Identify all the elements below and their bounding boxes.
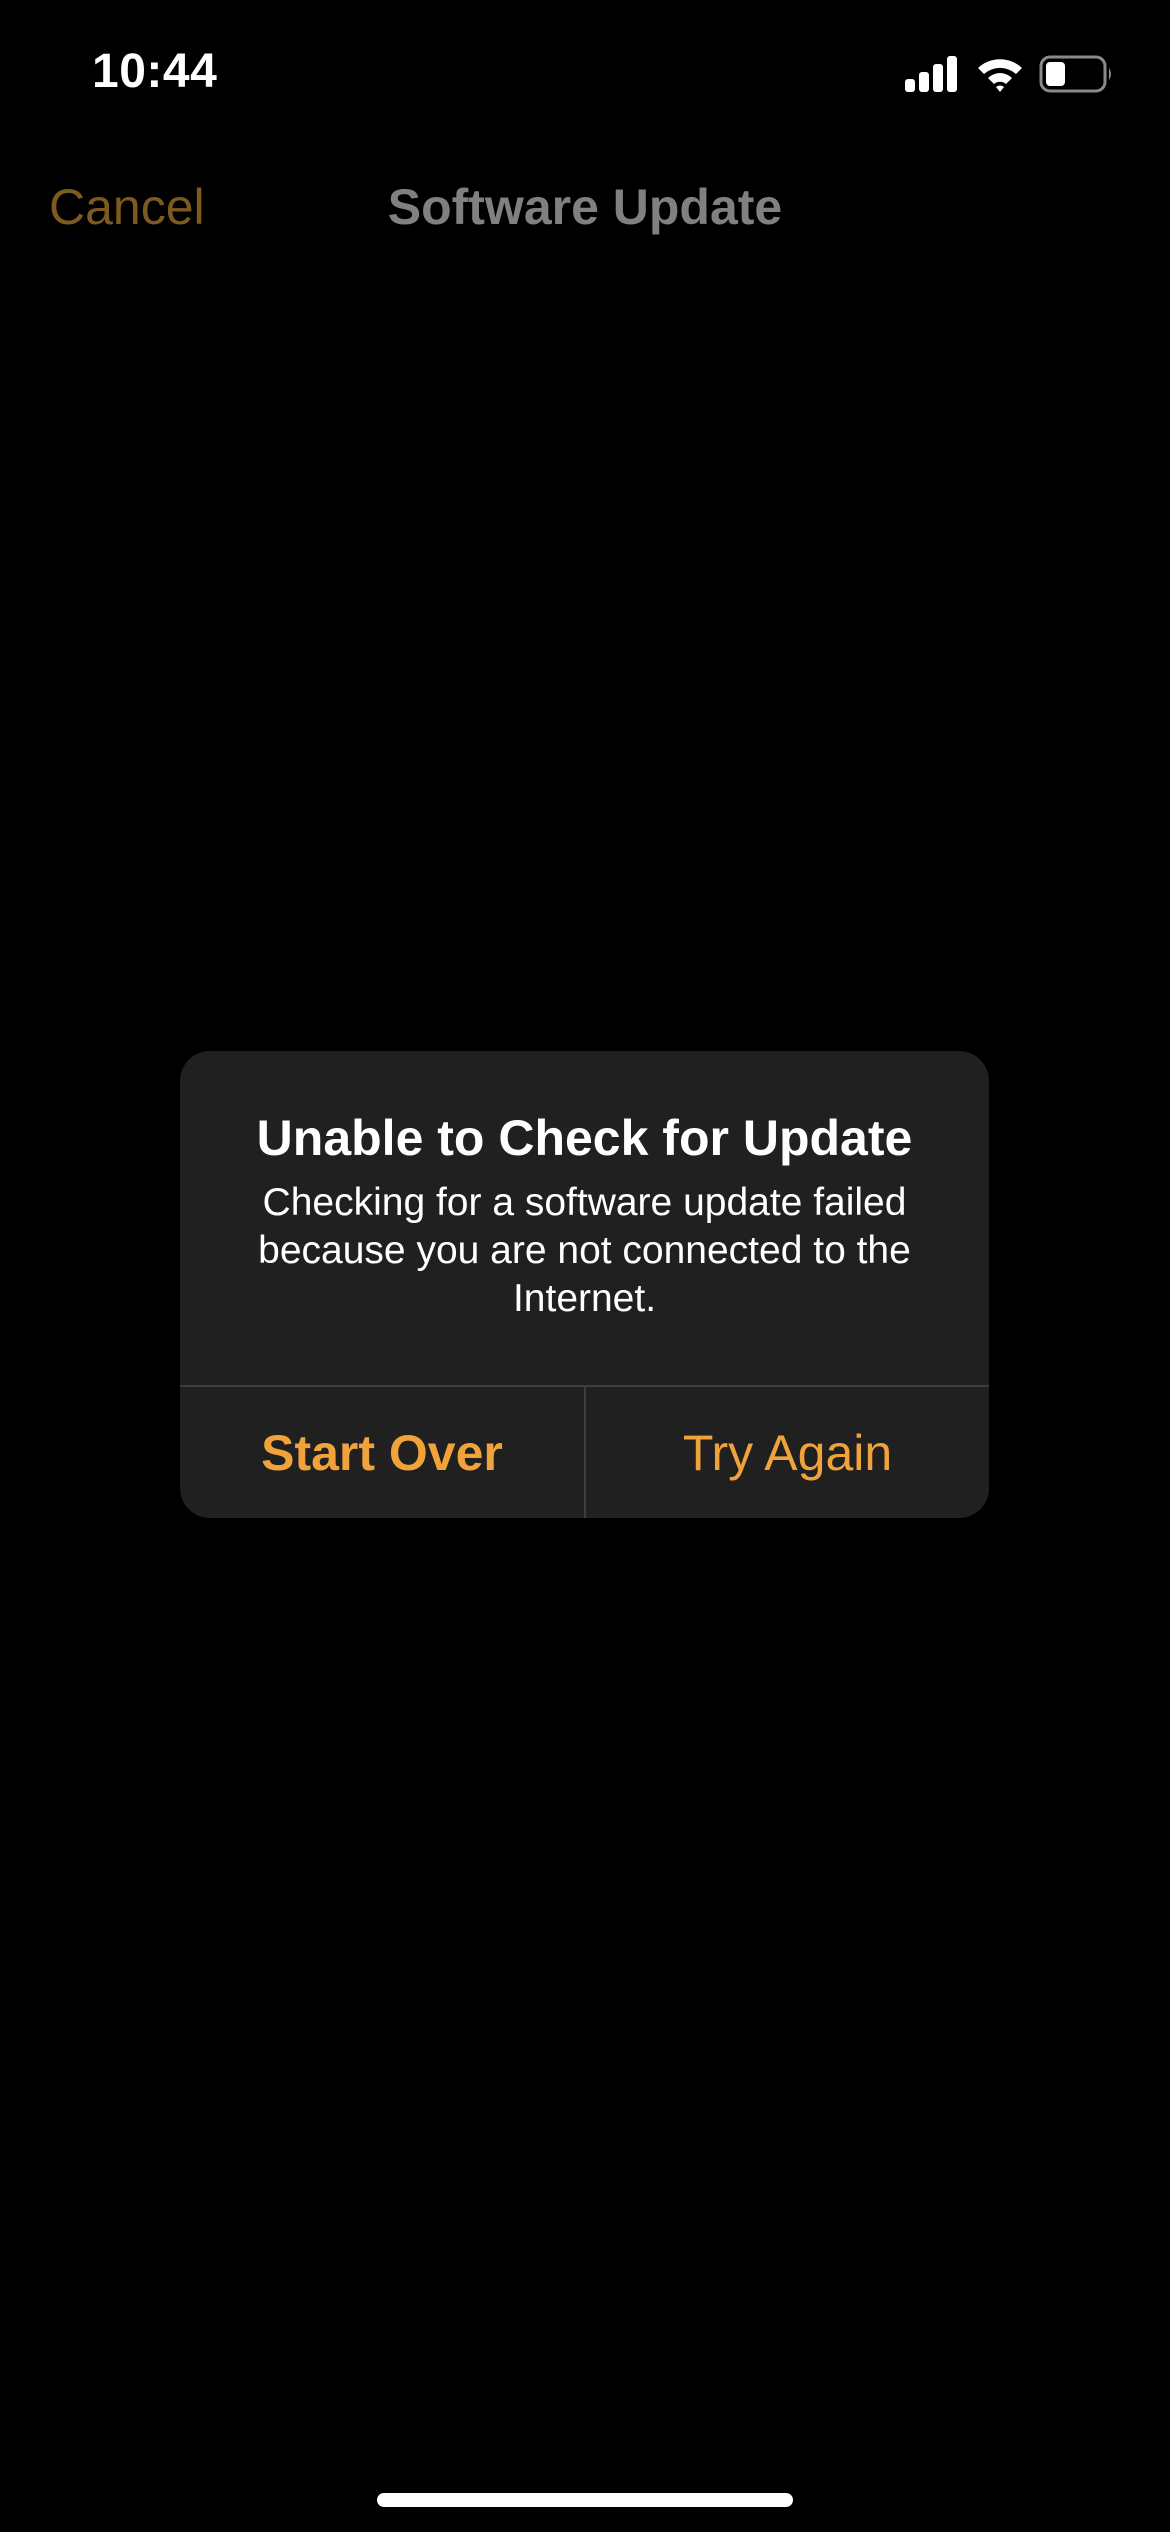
cellular-signal-icon xyxy=(905,56,957,92)
status-time: 10:44 xyxy=(92,45,218,98)
alert-dialog: Unable to Check for Update Checking for … xyxy=(180,1051,989,1518)
alert-message: Checking for a software update failed be… xyxy=(258,1181,911,1320)
battery-fill xyxy=(1046,62,1065,86)
wifi-icon xyxy=(978,59,1022,92)
try-again-button[interactable]: Try Again xyxy=(586,1387,989,1518)
alert-title: Unable to Check for Update xyxy=(256,1110,913,1166)
cancel-button[interactable]: Cancel xyxy=(49,178,205,236)
home-indicator[interactable] xyxy=(377,2493,793,2507)
battery-icon xyxy=(1039,55,1111,93)
start-over-button[interactable]: Start Over xyxy=(180,1387,584,1518)
